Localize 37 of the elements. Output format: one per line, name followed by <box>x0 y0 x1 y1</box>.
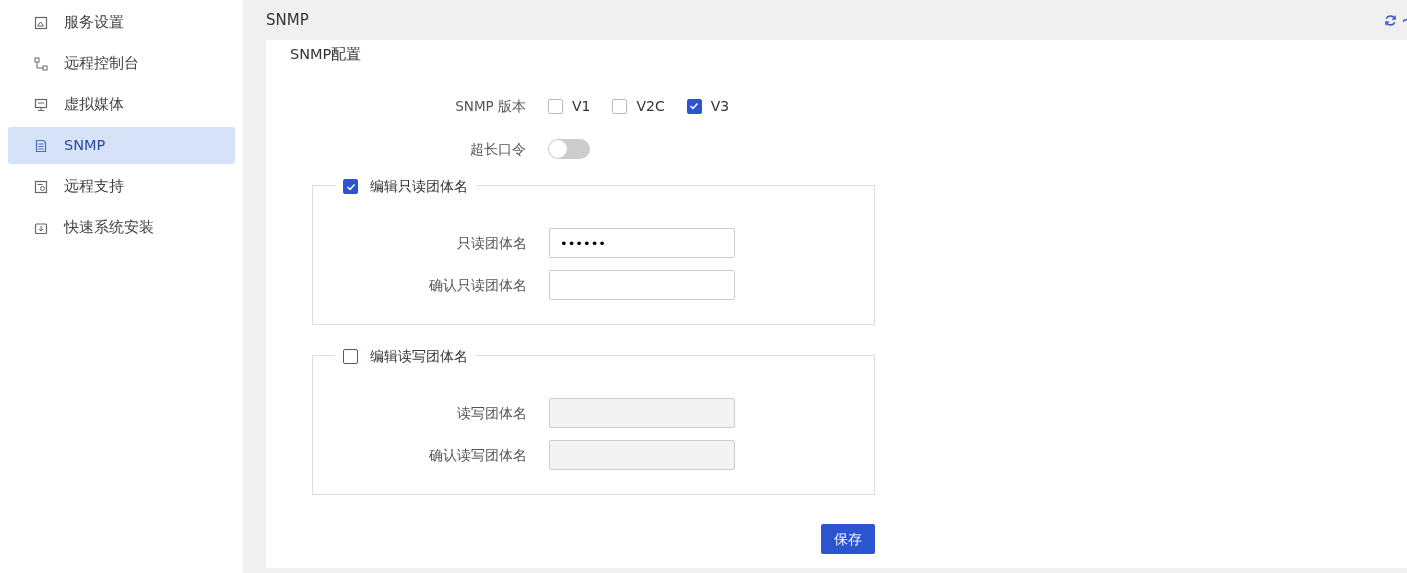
sidebar-item[interactable]: 服务设置 <box>8 4 235 41</box>
field-label: 确认读写团体名 <box>428 445 528 465</box>
section-title: SNMP配置 <box>290 45 363 64</box>
field-label: 确认只读团体名 <box>428 275 528 295</box>
option-label: V2C <box>636 96 665 116</box>
checkbox[interactable] <box>612 98 628 114</box>
group-title: 编辑读写团体名 <box>370 347 468 366</box>
support-icon <box>34 179 48 194</box>
save-button[interactable]: 保存 <box>821 524 875 554</box>
monitor-icon <box>34 97 48 112</box>
install-icon <box>34 220 48 235</box>
sidebar-item[interactable]: SNMP <box>8 127 235 164</box>
field-label: SNMP 版本 <box>454 97 527 117</box>
refresh-icon[interactable] <box>1384 13 1397 27</box>
check-icon <box>689 101 700 112</box>
text-field[interactable] <box>549 270 735 300</box>
sidebar-item[interactable]: 快速系统安装 <box>8 209 235 246</box>
field-label: 读写团体名 <box>456 403 528 423</box>
sidebar-item[interactable]: 远程控制台 <box>8 45 235 82</box>
connection-icon <box>34 56 48 71</box>
sidebar-item[interactable]: 虚拟媒体 <box>8 86 235 123</box>
field-label: 只读团体名 <box>456 233 528 253</box>
check-icon <box>345 181 356 192</box>
field-label: 超长口令 <box>469 139 527 159</box>
text-field[interactable]: •••••• <box>549 228 735 258</box>
checkbox[interactable] <box>548 98 563 114</box>
checkbox[interactable] <box>686 98 702 114</box>
image-icon <box>34 15 48 30</box>
document-icon <box>34 138 48 153</box>
group-title: 编辑只读团体名 <box>370 177 468 196</box>
sidebar-item[interactable]: 远程支持 <box>8 168 235 205</box>
option-label: V1 <box>572 96 591 116</box>
toggle-switch[interactable] <box>548 138 590 159</box>
checkbox[interactable] <box>343 349 358 364</box>
checkbox[interactable] <box>343 179 358 194</box>
page-title: SNMP <box>266 9 310 31</box>
option-label: V3 <box>710 96 730 116</box>
